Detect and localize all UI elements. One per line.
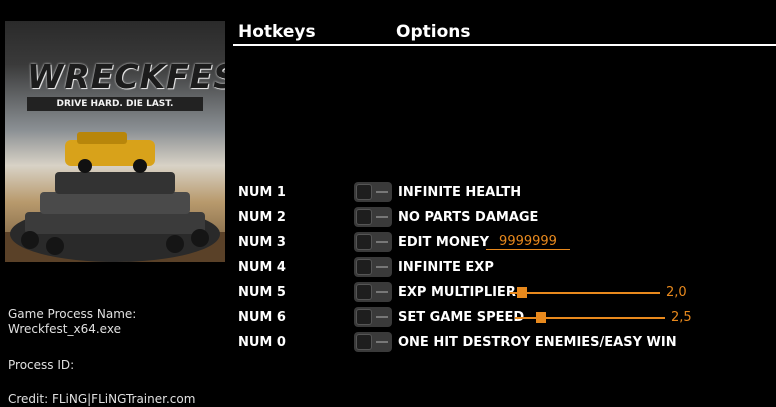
- process-name-label: Game Process Name:: [8, 307, 137, 321]
- game-tagline: DRIVE HARD. DIE LAST.: [27, 97, 203, 111]
- toggle-track-mark: [376, 241, 388, 243]
- option-row-no-parts-damage: NUM 2 NO PARTS DAMAGE: [238, 207, 776, 229]
- toggle-infinite-exp[interactable]: [354, 257, 392, 277]
- game-speed-value: 2,5: [671, 310, 692, 325]
- option-label: EDIT MONEY: [398, 235, 490, 250]
- toggle-track-mark: [376, 291, 388, 293]
- toggle-edit-money[interactable]: [354, 232, 392, 252]
- option-row-set-game-speed: NUM 6 SET GAME SPEED 2,5: [238, 307, 776, 329]
- toggle-knob: [356, 234, 372, 250]
- game-logo: WRECKFEST: [27, 57, 225, 96]
- car-pile-illustration: [5, 132, 225, 262]
- process-id-label: Process ID:: [8, 358, 75, 372]
- toggle-exp-multiplier[interactable]: [354, 282, 392, 302]
- toggle-track-mark: [376, 191, 388, 193]
- toggle-one-hit-kill[interactable]: [354, 332, 392, 352]
- toggle-knob: [356, 209, 372, 225]
- option-label: INFINITE HEALTH: [398, 185, 522, 200]
- option-label: NO PARTS DAMAGE: [398, 210, 539, 225]
- toggle-knob: [356, 259, 372, 275]
- option-row-edit-money: NUM 3 EDIT MONEY 9999999: [238, 232, 776, 254]
- process-name-value: Wreckfest_x64.exe: [8, 322, 121, 336]
- hotkey-label: NUM 5: [238, 285, 286, 300]
- option-label: INFINITE EXP: [398, 260, 494, 275]
- hotkey-label: NUM 2: [238, 210, 286, 225]
- options-header: Options: [396, 22, 471, 42]
- credit-text: Credit: FLiNG|FLiNGTrainer.com: [8, 392, 196, 406]
- game-speed-slider-thumb[interactable]: [535, 312, 546, 323]
- option-row-one-hit-kill: NUM 0 ONE HIT DESTROY ENEMIES/EASY WIN: [238, 332, 776, 354]
- toggle-knob: [356, 184, 372, 200]
- toggle-no-parts-damage[interactable]: [354, 207, 392, 227]
- toggle-set-game-speed[interactable]: [354, 307, 392, 327]
- toggle-track-mark: [376, 316, 388, 318]
- hotkey-label: NUM 0: [238, 335, 286, 350]
- exp-multiplier-slider-thumb[interactable]: [517, 287, 527, 298]
- game-cover-image: WRECKFEST DRIVE HARD. DIE LAST.: [5, 21, 225, 262]
- toggle-infinite-health[interactable]: [354, 182, 392, 202]
- hotkey-label: NUM 4: [238, 260, 286, 275]
- hotkey-label: NUM 1: [238, 185, 286, 200]
- hotkeys-header: Hotkeys: [238, 22, 316, 42]
- toggle-track-mark: [376, 216, 388, 218]
- toggle-knob: [356, 284, 372, 300]
- option-label: ONE HIT DESTROY ENEMIES/EASY WIN: [398, 335, 677, 350]
- header-divider: [233, 44, 776, 46]
- exp-multiplier-slider-track[interactable]: [510, 292, 660, 294]
- option-row-exp-multiplier: NUM 5 EXP MULTIPLIER 2,0: [238, 282, 776, 304]
- toggle-track-mark: [376, 341, 388, 343]
- money-input[interactable]: 9999999: [486, 235, 570, 250]
- hotkey-label: NUM 3: [238, 235, 286, 250]
- toggle-track-mark: [376, 266, 388, 268]
- option-label: EXP MULTIPLIER: [398, 285, 516, 300]
- option-row-infinite-exp: NUM 4 INFINITE EXP: [238, 257, 776, 279]
- toggle-knob: [356, 334, 372, 350]
- hotkey-label: NUM 6: [238, 310, 286, 325]
- option-row-infinite-health: NUM 1 INFINITE HEALTH: [238, 182, 776, 204]
- option-label: SET GAME SPEED: [398, 310, 525, 325]
- toggle-knob: [356, 309, 372, 325]
- exp-multiplier-value: 2,0: [666, 285, 687, 300]
